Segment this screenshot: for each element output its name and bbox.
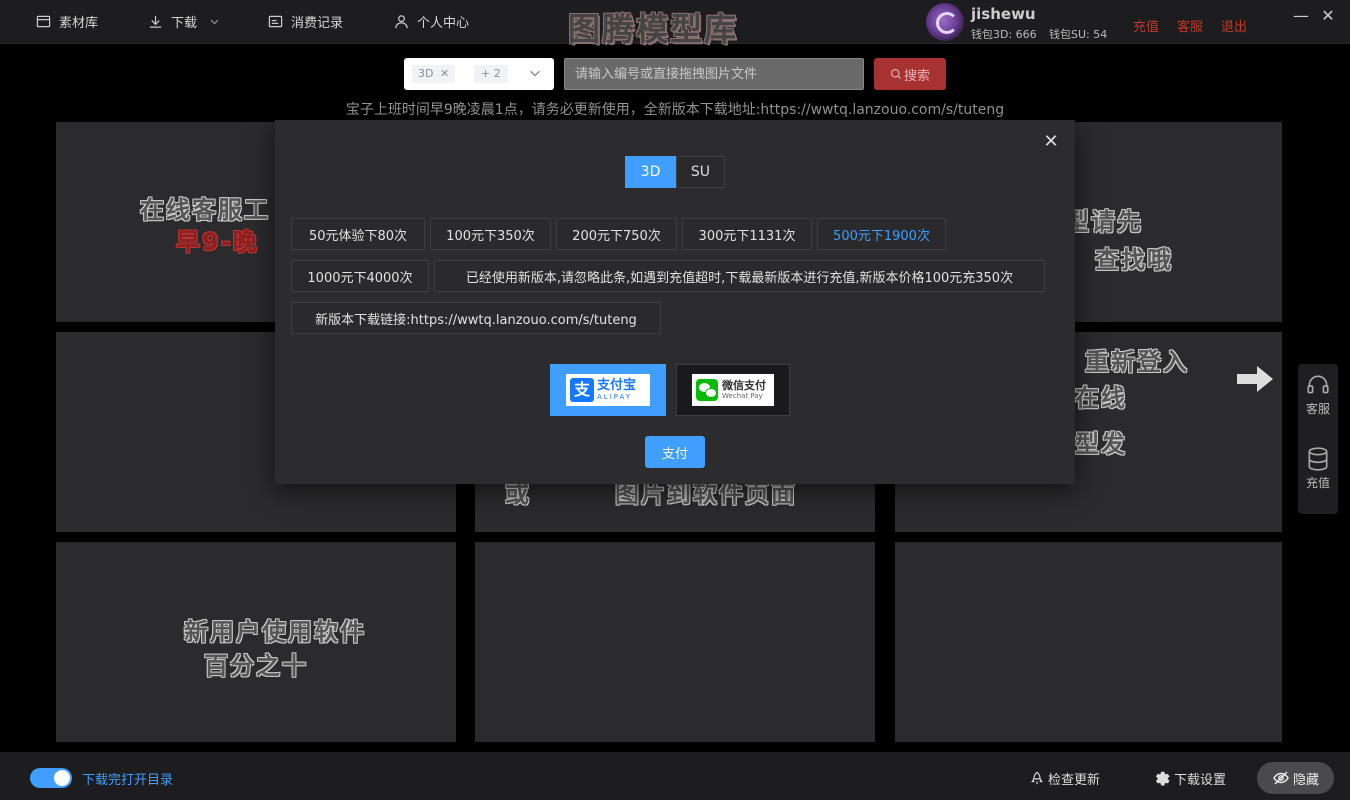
close-window-button[interactable]: ✕ (1318, 6, 1338, 26)
wechat-name: 微信支付 (722, 379, 766, 392)
open-folder-toggle[interactable] (30, 768, 72, 788)
eye-off-icon (1273, 771, 1289, 785)
nav-download-label: 下载 (171, 15, 198, 31)
side-recharge-button[interactable]: 充值 (1298, 446, 1338, 491)
library-icon (36, 15, 51, 27)
check-update-label: 检查更新 (1048, 772, 1101, 788)
alipay-logo-badge: 支 支付宝 ALIPAY (566, 374, 650, 406)
wechat-sub: Wechat Pay (722, 392, 763, 400)
search-input[interactable] (564, 58, 864, 90)
alipay-icon: 支 (570, 378, 594, 402)
close-icon[interactable]: ✕ (1041, 132, 1061, 152)
service-link[interactable]: 客服 (1177, 16, 1203, 35)
card-text: 型请先 (1065, 208, 1143, 236)
nav-records-label: 消费记录 (291, 15, 344, 31)
avatar[interactable] (926, 3, 964, 41)
nav-download[interactable]: 下载 (148, 0, 220, 42)
card-text: 重新登入 (1085, 348, 1189, 376)
card[interactable] (895, 542, 1282, 742)
chevron-down-icon (530, 70, 540, 77)
arrow-right-icon (1237, 366, 1273, 392)
hide-button[interactable]: 隐藏 (1257, 762, 1334, 794)
gear-icon (1155, 771, 1170, 786)
title-bar: 素材库 下载 消费记录 个人中心 图腾模型库 jishewu 钱包3D: 666… (0, 0, 1350, 48)
package-option[interactable]: 200元下750次 (556, 218, 677, 250)
check-update-button[interactable]: 检查更新 (1030, 766, 1100, 790)
card[interactable]: 新用户使用软件 百分之十 (56, 542, 456, 742)
username: jishewu (971, 5, 1036, 23)
tag-3d[interactable]: 3D ✕ (412, 65, 456, 83)
tab-su[interactable]: SU (676, 156, 725, 188)
notice-text: 宝子上班时间早9晚凌晨1点，请务必更新使用，全新版本下载地址:https://w… (345, 102, 1005, 118)
nav-profile[interactable]: 个人中心 (394, 0, 469, 42)
search-button-label: 搜索 (903, 68, 930, 84)
package-option[interactable]: 50元体验下80次 (291, 218, 425, 250)
headset-icon (1307, 375, 1329, 394)
recharge-link[interactable]: 充值 (1133, 16, 1159, 35)
package-option[interactable]: 300元下1131次 (682, 218, 812, 250)
download-icon (149, 15, 162, 28)
type-select[interactable]: 3D ✕ + 2 (404, 58, 554, 90)
package-option[interactable]: 1000元下4000次 (291, 260, 429, 292)
pay-button[interactable]: 支付 (645, 436, 705, 468)
nav-library-label: 素材库 (59, 15, 99, 31)
wechat-pay-option[interactable]: 微信支付 Wechat Pay (676, 364, 790, 416)
upgrade-icon (1031, 771, 1043, 785)
chevron-down-icon (210, 19, 219, 24)
wallet-su: 钱包SU: 54 (1049, 28, 1108, 41)
download-settings-label: 下载设置 (1174, 772, 1227, 788)
card-text: 查找哦 (1095, 246, 1173, 274)
minimize-button[interactable]: — (1291, 6, 1311, 26)
side-recharge-label: 充值 (1305, 476, 1330, 490)
card-text: 型发 (1075, 430, 1127, 458)
search-icon (890, 68, 901, 79)
nav-records[interactable]: 消费记录 (268, 0, 343, 42)
record-icon (268, 15, 283, 27)
tag-3d-label: 3D (418, 67, 434, 80)
wallet-3d: 钱包3D: 666 (971, 28, 1037, 41)
package-option-selected[interactable]: 500元下1900次 (817, 218, 946, 250)
recharge-modal: ✕ 3D SU 50元体验下80次 100元下350次 200元下750次 30… (275, 120, 1075, 484)
alipay-name: 支付宝 (597, 378, 637, 393)
card[interactable] (475, 542, 875, 742)
card-text: 新用户使用软件 (184, 618, 366, 646)
nav-library[interactable]: 素材库 (36, 0, 98, 42)
package-option[interactable]: 新版本下载链接:https://wwtq.lanzouo.com/s/tuten… (291, 302, 661, 334)
download-settings-button[interactable]: 下载设置 (1152, 766, 1226, 790)
card-text: 早9-晚 (176, 228, 259, 256)
tag-more: + 2 (474, 65, 508, 83)
user-icon (395, 14, 408, 28)
side-panel: 客服 充值 (1298, 364, 1338, 514)
card-text: 百分之十 (204, 652, 308, 680)
card-text: 在线 (1075, 384, 1127, 412)
wechat-logo-badge: 微信支付 Wechat Pay (692, 374, 774, 406)
alipay-sub: ALIPAY (597, 393, 633, 401)
hide-label: 隐藏 (1292, 772, 1319, 788)
alipay-option[interactable]: 支 支付宝 ALIPAY (550, 364, 666, 416)
app-title: 图腾模型库 (568, 10, 739, 48)
search-button[interactable]: 搜索 (874, 58, 946, 90)
package-option[interactable]: 已经使用新版本,请忽略此条,如遇到充值超时,下载最新版本进行充值,新版本价格10… (434, 260, 1045, 292)
card-text (126, 612, 178, 640)
nav-profile-label: 个人中心 (417, 15, 470, 31)
card-text: 在线客服工 (140, 196, 270, 224)
side-service-label: 客服 (1305, 402, 1330, 416)
open-folder-label: 下载完打开目录 (82, 773, 174, 788)
package-option[interactable]: 100元下350次 (430, 218, 551, 250)
wechat-icon (696, 379, 718, 401)
database-icon (1308, 447, 1328, 471)
side-service-button[interactable]: 客服 (1298, 372, 1338, 417)
bottom-bar (0, 752, 1350, 800)
tab-3d[interactable]: 3D (625, 156, 676, 188)
logout-link[interactable]: 退出 (1221, 16, 1247, 35)
tag-close-icon[interactable]: ✕ (440, 67, 449, 80)
